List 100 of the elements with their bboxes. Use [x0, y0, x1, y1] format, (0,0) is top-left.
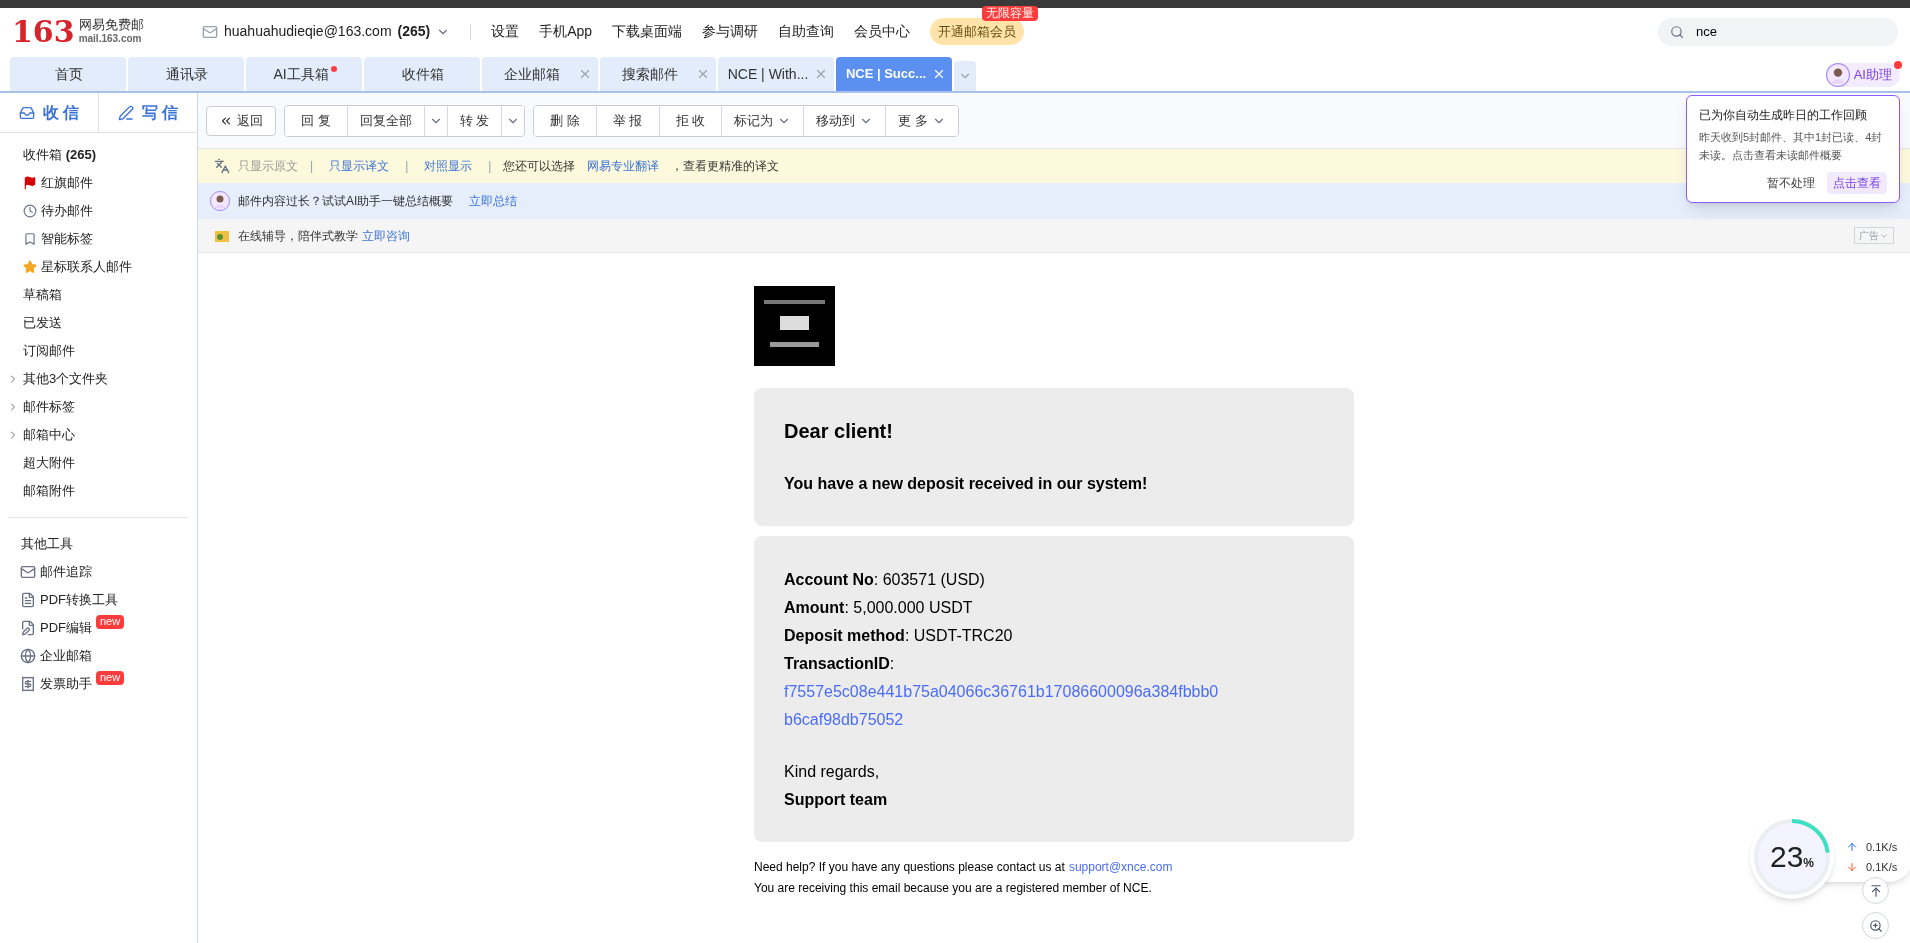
tab[interactable]: 收件箱 [364, 57, 480, 91]
ai-summary-text: 邮件内容过长？试试AI助手一键总结概要 [238, 193, 454, 210]
close-icon[interactable] [814, 67, 828, 81]
search-input[interactable]: nce [1696, 21, 1886, 42]
tool-item[interactable]: 邮件追踪 [0, 558, 197, 586]
folder-item[interactable]: 订阅邮件 [0, 337, 197, 365]
footer-text: You are receiving this email because you are a registered member of NCE. [754, 880, 1153, 897]
close-icon[interactable] [932, 67, 946, 81]
close-icon[interactable] [696, 67, 710, 81]
folder-item[interactable]: 智能标签 [0, 225, 197, 253]
dropdown-button[interactable] [501, 105, 525, 136]
star-icon [23, 260, 37, 274]
regards: Kind regards, [784, 762, 881, 782]
tab[interactable]: 首页 [10, 57, 126, 91]
clock-icon [23, 204, 37, 218]
folder-item[interactable]: 其他3个文件夹 [0, 365, 197, 393]
ad-link[interactable]: 立即咨询 [362, 226, 410, 245]
tab[interactable]: 企业邮箱 [482, 57, 598, 91]
toolbar-button[interactable]: 举 报 [596, 105, 660, 136]
globe-icon [20, 648, 36, 664]
folder-item[interactable]: 收件箱 (265) [0, 141, 197, 169]
transaction-link[interactable]: f7557e5c08e441b75a04066c36761b17086600096a384fbbb0b6caf98db75052 [784, 678, 1226, 734]
folder-item[interactable]: 草稿箱 [0, 281, 197, 309]
translate-link[interactable]: 网易专业翻译 [583, 157, 664, 175]
detail-line: Amount: 5,000.000 USDT [784, 598, 974, 618]
toolbar-button[interactable]: 回复全部 [347, 105, 424, 136]
ai-assistant-button[interactable]: AI助理 [1825, 63, 1900, 87]
tab-label: 收件箱 [402, 64, 444, 84]
close-icon[interactable] [578, 67, 592, 81]
tool-item[interactable]: 发票助手 new [0, 670, 197, 698]
arrow-up-icon [1868, 883, 1883, 898]
tab[interactable]: 通讯录 [128, 57, 244, 91]
headline: You have a new deposit received in our system! [784, 474, 1149, 494]
tab-label: NCE | Succ... [845, 65, 927, 84]
search-icon [1670, 23, 1685, 40]
folder-item[interactable]: 邮件标签 [0, 393, 197, 421]
avatar-icon [210, 191, 230, 211]
compose-button[interactable]: 写 信 [99, 93, 197, 132]
translate-link[interactable]: 只显示译文 [325, 157, 394, 175]
toolbar-button[interactable]: 回 复 [285, 105, 348, 136]
toolbar-menu-button[interactable]: 更 多 [886, 105, 958, 136]
arrow-up-icon [1846, 840, 1858, 853]
tab-label: NCE | With... [727, 64, 809, 84]
toolbar-menu-button[interactable]: 移动到 [804, 105, 887, 136]
tab[interactable]: AI工具箱 [246, 57, 362, 91]
nav-link[interactable]: 设置 [491, 21, 520, 42]
upload-speed: 0.1K/s [1866, 839, 1898, 855]
tab-dropdown-button[interactable] [954, 61, 976, 91]
tab-label: 首页 [55, 64, 83, 84]
account-menu[interactable]: huahuahudieqie@163.com (265) [202, 21, 451, 42]
toolbar-menu-button[interactable]: 标记为 [722, 105, 805, 136]
toolbar-button[interactable]: 转 发 [447, 105, 502, 136]
folder-item[interactable]: 超大附件 [0, 449, 197, 477]
toolbar-button[interactable]: 删 除 [534, 105, 597, 136]
tab[interactable]: NCE | With... [718, 57, 834, 91]
dropdown-button[interactable] [423, 105, 447, 136]
search-field[interactable]: nce [1658, 17, 1898, 46]
ai-summary-link[interactable]: 立即总结 [469, 192, 518, 210]
tool-item[interactable]: PDF编辑 new [0, 614, 197, 642]
folder-item[interactable]: 已发送 [0, 309, 197, 337]
bookmark-icon [23, 232, 37, 246]
view-button[interactable]: 点击查看 [1827, 172, 1887, 194]
meter-value: 23% [1769, 842, 1814, 872]
nav-link[interactable]: 参与调研 [702, 21, 759, 42]
folder-item[interactable]: 待办邮件 [0, 197, 197, 225]
tool-item[interactable]: PDF转换工具 [0, 586, 197, 614]
section-title: 其他工具 [20, 535, 74, 554]
folder-item[interactable]: 邮箱附件 [0, 477, 197, 505]
support-email-link[interactable]: support@xnce.com [1068, 857, 1173, 878]
tab[interactable]: 搜索邮件 [600, 57, 716, 91]
document-icon [20, 592, 36, 608]
download-speed: 0.1K/s [1866, 860, 1898, 875]
nav-link[interactable]: 自助查询 [778, 21, 835, 42]
nav-link[interactable]: 手机App [539, 21, 593, 42]
folder-item[interactable]: 红旗邮件 [0, 169, 197, 197]
toolbar-button[interactable]: 拒 收 [659, 105, 723, 136]
folder-item[interactable]: 邮箱中心 [0, 421, 197, 449]
separator: | [404, 158, 410, 175]
dismiss-button[interactable]: 暂不处理 [1767, 174, 1815, 192]
folder-item[interactable]: 星标联系人邮件 [0, 253, 197, 281]
tab-label: 搜索邮件 [622, 64, 678, 84]
tool-item[interactable]: 企业邮箱 [0, 642, 197, 670]
back-button[interactable]: 返回 [206, 105, 276, 136]
separator: | [487, 158, 493, 175]
zoom-in-button[interactable] [1862, 912, 1889, 939]
nav-link[interactable]: 会员中心 [854, 21, 911, 42]
greeting: Dear client! [784, 419, 894, 444]
receive-button[interactable]: 收 信 [0, 93, 99, 132]
arrow-down-icon [1846, 861, 1858, 874]
tab-label: AI工具箱 [273, 64, 329, 84]
translate-link[interactable]: 对照显示 [420, 157, 477, 175]
signature: Support team [784, 790, 889, 810]
back-to-top-button[interactable] [1862, 877, 1889, 904]
inbox-icon [18, 104, 35, 121]
translate-note: ，查看更精准的译文 [671, 158, 780, 175]
mail-icon [20, 564, 36, 580]
zoom-in-icon [1868, 918, 1883, 933]
translate-note: 您还可以选择 [503, 158, 576, 175]
popover-body: 昨天收到5封邮件、其中1封已读、4封未读。点击查看未读邮件概要 [1699, 130, 1884, 163]
nav-link[interactable]: 下载桌面端 [612, 21, 683, 42]
